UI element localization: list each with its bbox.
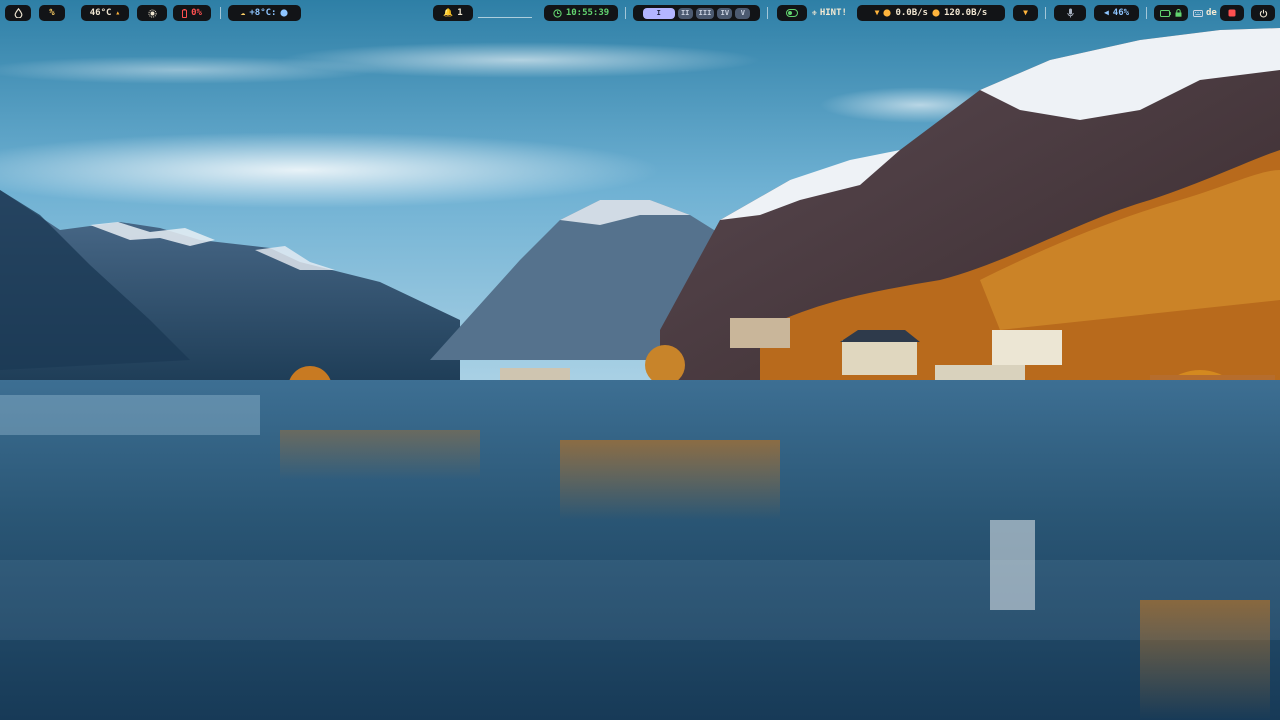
download-icon	[883, 9, 892, 17]
weather-text: +8°C:	[249, 8, 277, 18]
keyboard-layout-text: de	[1206, 8, 1217, 18]
record-button[interactable]	[1220, 5, 1244, 21]
battery-status-widget[interactable]	[1154, 5, 1188, 21]
network-widget[interactable]: ▼ 0.0B/s 120.0B/s	[857, 5, 1005, 21]
workspace-button-5[interactable]: V	[735, 7, 751, 19]
upload-icon	[932, 9, 940, 17]
hint-text: HINT!	[819, 8, 847, 18]
separator	[1045, 7, 1046, 19]
battery-icon	[182, 8, 188, 18]
toggle-icon	[786, 9, 798, 17]
microphone-icon	[1066, 8, 1074, 18]
cpu-usage-widget[interactable]: %	[39, 5, 65, 21]
separator	[220, 7, 221, 19]
workspace-button-4[interactable]: IV	[717, 7, 733, 19]
battery-widget[interactable]: 0%	[173, 5, 211, 21]
clock-time: 10:55:39	[565, 8, 610, 18]
desktop-wallpaper	[0, 0, 1280, 720]
cpu-usage-text: %	[49, 8, 55, 18]
sun-icon	[147, 8, 157, 18]
workspace-button-1[interactable]: I	[642, 7, 675, 19]
record-icon	[1228, 9, 1236, 17]
weather-widget[interactable]: ☁ +8°C:	[228, 5, 301, 21]
top-status-bar: % 46°C ▴ 0% ☁ +8°C: 🔔 1 10:55:39 I II II…	[0, 0, 1280, 26]
volume-widget[interactable]: ◀ 46%	[1094, 5, 1139, 21]
microphone-widget[interactable]	[1054, 5, 1086, 21]
wifi-button[interactable]: ▼	[1013, 5, 1038, 21]
separator	[767, 7, 768, 19]
wifi-icon: ▼	[1023, 8, 1028, 17]
power-button[interactable]	[1251, 5, 1275, 21]
flame-icon: ▴	[115, 8, 121, 17]
separator	[625, 7, 626, 19]
lightbulb-icon: ❉	[812, 8, 817, 17]
workspace-button-3[interactable]: III	[695, 7, 715, 19]
window-title-placeholder	[478, 17, 532, 18]
speaker-icon: ◀	[1103, 8, 1109, 17]
hint-indicator[interactable]: ❉ HINT!	[812, 5, 847, 21]
workspace-switcher: I II III IV V	[633, 5, 760, 21]
battery-icon	[1160, 9, 1171, 17]
cpu-temperature-widget[interactable]: 46°C ▴	[81, 5, 129, 21]
info-icon	[280, 9, 289, 17]
battery-percent: 0%	[191, 8, 202, 18]
clock-icon	[553, 8, 562, 18]
upload-rate: 120.0B/s	[943, 8, 988, 18]
volume-percent: 46%	[1112, 8, 1130, 18]
cloud-sun-icon: ☁	[240, 8, 246, 17]
keyboard-layout-indicator[interactable]: de	[1193, 5, 1217, 21]
separator	[1146, 7, 1147, 19]
workspace-button-2[interactable]: II	[677, 7, 693, 19]
launcher-button[interactable]	[5, 5, 31, 21]
notification-count: 1	[457, 8, 463, 18]
bell-icon: 🔔	[443, 8, 454, 17]
brightness-widget[interactable]	[137, 5, 167, 21]
lock-icon	[1175, 9, 1182, 17]
cpu-temperature-text: 46°C	[89, 8, 112, 18]
power-icon	[1259, 9, 1268, 18]
clock-widget[interactable]: 10:55:39	[544, 5, 618, 21]
wifi-icon: ▼	[874, 8, 880, 17]
drop-icon	[14, 8, 23, 18]
keyboard-icon	[1193, 9, 1203, 17]
notifications-button[interactable]: 🔔 1	[433, 5, 473, 21]
toggle-widget[interactable]	[777, 5, 807, 21]
download-rate: 0.0B/s	[895, 8, 928, 18]
